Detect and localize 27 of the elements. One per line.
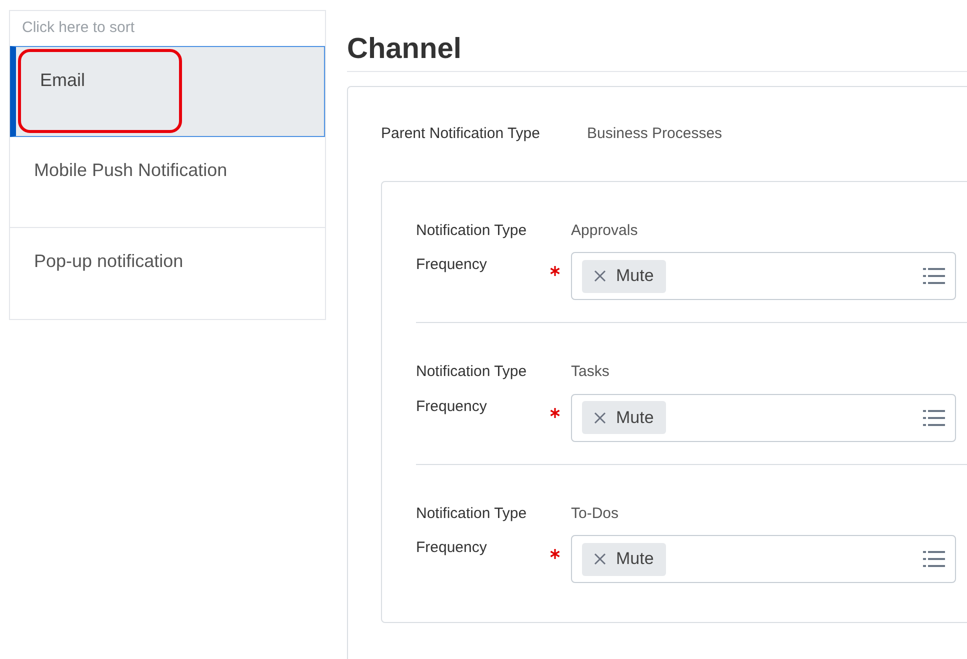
field-label: Frequency [416,255,488,272]
list-icon[interactable] [923,267,945,285]
remove-icon[interactable] [594,553,606,565]
field-label: Notification Type [416,504,528,524]
sidebar-item[interactable]: Email [10,46,325,137]
sidebar-item[interactable]: Mobile Push Notification [10,137,325,228]
sidebar-item[interactable]: Pop-up notification [10,228,325,319]
field-label: Frequency [416,538,488,555]
field-label: Notification Type [416,220,528,240]
field-label: Parent Notification Type [381,124,541,144]
field-value: Business Processes [587,124,722,144]
frequency-field[interactable]: Mute [571,535,956,583]
chip-label: Mute [616,548,654,570]
list-icon[interactable] [923,550,945,568]
field-value: To-Dos [571,504,619,524]
field-label: Frequency [416,396,488,414]
page-title: Channel [347,10,967,72]
remove-icon[interactable] [594,412,606,424]
field-label: Notification Type [416,362,528,382]
frequency-field[interactable]: Mute [571,252,956,300]
chip-label: Mute [616,265,654,288]
frequency-field[interactable]: Mute [571,394,956,442]
chip-label: Mute [616,406,654,429]
field-value: Approvals [571,220,638,240]
list-icon[interactable] [923,408,945,426]
remove-icon[interactable] [594,270,606,282]
field-value: Tasks [571,362,610,382]
